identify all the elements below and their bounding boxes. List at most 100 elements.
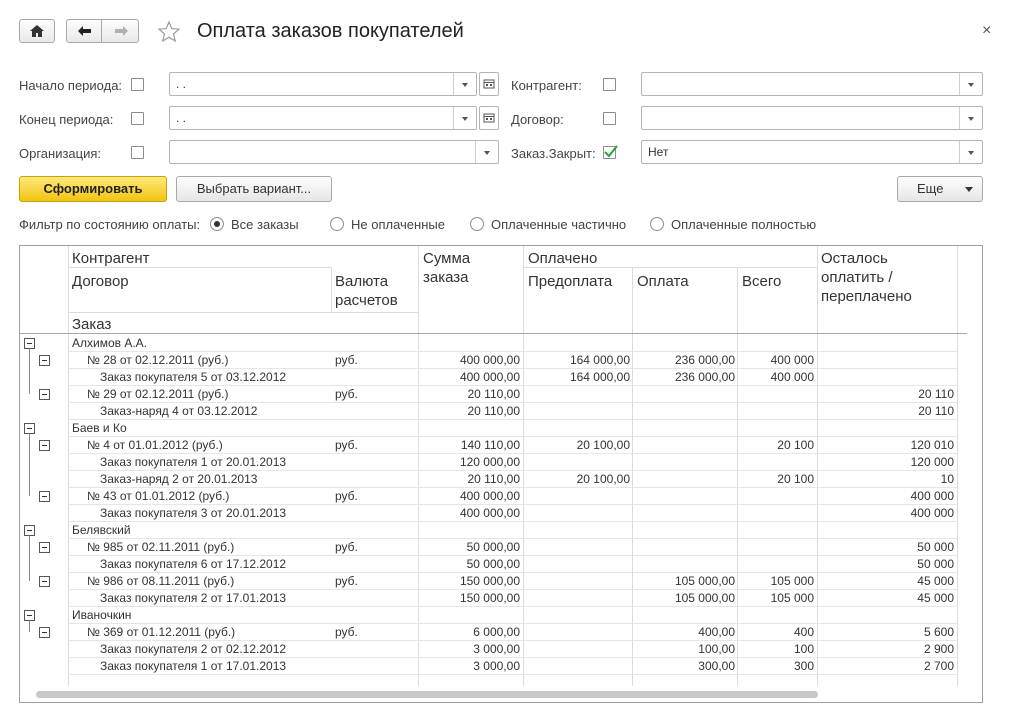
calendar-icon	[483, 113, 495, 123]
table-row[interactable]: Заказ покупателя 2 от 17.01.2013 150 000,…	[20, 590, 960, 607]
row-currency: руб.	[335, 353, 358, 367]
table-row[interactable]: Заказ покупателя 1 от 20.01.2013 120 000,…	[20, 454, 960, 471]
collapse-toggle-icon[interactable]	[39, 542, 50, 553]
row-name: Заказ-наряд 2 от 20.01.2013	[100, 472, 258, 486]
chevron-down-icon[interactable]	[453, 73, 476, 95]
payment-filter-radio[interactable]	[330, 217, 344, 231]
table-row[interactable]: Заказ-наряд 4 от 03.12.2012 20 110,00 20 1…	[20, 403, 960, 420]
collapse-toggle-icon[interactable]	[39, 440, 50, 451]
column-divider	[331, 267, 332, 312]
payment-filter-radio[interactable]	[650, 217, 664, 231]
table-row[interactable]: № 986 от 08.11.2011 (руб.) руб. 150 000,00…	[20, 573, 960, 590]
order-closed-field[interactable]: Нет	[641, 140, 983, 164]
table-row[interactable]: № 28 от 02.12.2011 (руб.) руб. 400 000,00 1…	[20, 352, 960, 369]
row-amount: 400 000,00	[459, 353, 520, 367]
row-amount: 3 000,00	[473, 659, 520, 673]
header-remain: Осталось оплатить / переплачено	[821, 250, 912, 305]
collapse-toggle-icon[interactable]	[39, 576, 50, 587]
header-divider	[68, 312, 418, 313]
organization-field[interactable]	[169, 140, 499, 164]
table-row[interactable]: Заказ покупателя 2 от 02.12.2012 3 000,00…	[20, 641, 960, 658]
star-icon[interactable]	[157, 20, 181, 44]
calendar-button[interactable]	[479, 106, 499, 130]
collapse-toggle-icon[interactable]	[39, 491, 50, 502]
chevron-down-icon[interactable]	[475, 141, 498, 163]
payment-filter-option-label[interactable]: Оплаченные полностью	[671, 217, 816, 232]
tree-connector	[29, 621, 30, 632]
payment-filter-radio[interactable]	[210, 217, 224, 231]
counterparty-checkbox[interactable]	[603, 78, 616, 91]
period-start-field[interactable]: . .	[169, 72, 477, 96]
order-closed-checkbox[interactable]	[603, 145, 618, 159]
more-button[interactable]: Еще	[897, 176, 983, 202]
chevron-down-icon[interactable]	[959, 73, 982, 95]
organization-checkbox[interactable]	[131, 146, 144, 159]
table-row[interactable]: № 4 от 01.01.2012 (руб.) руб. 140 110,00 20…	[20, 437, 960, 454]
tree-connector	[29, 434, 30, 496]
table-row[interactable]: Белявский	[20, 522, 960, 539]
collapse-toggle-icon[interactable]	[39, 627, 50, 638]
horizontal-scrollbar[interactable]	[36, 691, 818, 698]
row-currency: руб.	[335, 625, 358, 639]
row-name: № 29 от 02.12.2011 (руб.)	[87, 387, 229, 401]
table-row[interactable]: Заказ покупателя 6 от 17.12.2012 50 000,0…	[20, 556, 960, 573]
home-button[interactable]	[19, 19, 55, 43]
payment-filter-option-label[interactable]: Не оплаченные	[351, 217, 445, 232]
table-row[interactable]: № 369 от 01.12.2011 (руб.) руб. 6 000,00 40…	[20, 624, 960, 641]
table-row[interactable]: Заказ покупателя 1 от 17.01.2013 3 000,00…	[20, 658, 960, 675]
counterparty-label: Контрагент:	[511, 78, 582, 93]
collapse-toggle-icon[interactable]	[24, 423, 35, 434]
table-row[interactable]: № 29 от 02.12.2011 (руб.) руб. 20 110,00 20…	[20, 386, 960, 403]
table-row[interactable]: № 43 от 01.01.2012 (руб.) руб. 400 000,00 4…	[20, 488, 960, 505]
period-end-field[interactable]: . .	[169, 106, 477, 130]
report-table[interactable]: Контрагент Договор Заказ Валюта расчетов…	[19, 245, 983, 703]
collapse-toggle-icon[interactable]	[24, 525, 35, 536]
table-row[interactable]: Алхимов А.А.	[20, 335, 960, 352]
collapse-toggle-icon[interactable]	[39, 355, 50, 366]
row-remain: 400 000	[910, 489, 954, 503]
row-prepay: 20 100,00	[576, 438, 630, 452]
row-name: Заказ покупателя 5 от 03.12.2012	[100, 370, 287, 384]
table-row[interactable]: Баев и Ко	[20, 420, 960, 437]
select-variant-button[interactable]: Выбрать вариант...	[176, 176, 332, 202]
payment-filter-option-label[interactable]: Оплаченные частично	[491, 217, 626, 232]
row-name: Заказ-наряд 4 от 03.12.2012	[100, 404, 258, 418]
table-row[interactable]: № 985 от 02.11.2011 (руб.) руб. 50 000,00 5…	[20, 539, 960, 556]
table-row[interactable]: Иваночкин	[20, 607, 960, 624]
row-payment: 100,00	[698, 642, 735, 656]
table-row[interactable]: Заказ-наряд 2 от 20.01.2013 20 110,00 20 1…	[20, 471, 960, 488]
chevron-down-icon[interactable]	[959, 107, 982, 129]
calendar-button[interactable]	[479, 72, 499, 96]
row-name: № 986 от 08.11.2011 (руб.)	[87, 574, 235, 588]
counterparty-field[interactable]	[641, 72, 983, 96]
row-remain: 20 110	[918, 404, 954, 418]
chevron-down-icon[interactable]	[453, 107, 476, 129]
collapse-toggle-icon[interactable]	[24, 610, 35, 621]
row-remain: 50 000	[917, 557, 954, 571]
close-icon[interactable]: ×	[982, 22, 991, 40]
row-total: 400 000	[770, 370, 814, 384]
back-button[interactable]	[66, 19, 102, 43]
row-payment: 236 000,00	[674, 370, 735, 384]
period-start-checkbox[interactable]	[131, 78, 144, 91]
table-row[interactable]: Заказ покупателя 3 от 20.01.2013 400 000,…	[20, 505, 960, 522]
collapse-toggle-icon[interactable]	[39, 389, 50, 400]
page-title: Оплата заказов покупателей	[197, 20, 464, 42]
payment-filter-radio[interactable]	[470, 217, 484, 231]
header-total: Всего	[742, 273, 782, 290]
contract-field[interactable]	[641, 106, 983, 130]
row-total: 20 100	[777, 472, 814, 486]
contract-checkbox[interactable]	[603, 112, 616, 125]
period-end-checkbox[interactable]	[131, 112, 144, 125]
more-button-label: Еще	[917, 181, 944, 196]
period-end-label: Конец периода:	[19, 112, 114, 127]
checkmark-icon	[604, 145, 618, 158]
generate-button[interactable]: Сформировать	[19, 176, 167, 202]
payment-filter-option-label[interactable]: Все заказы	[231, 217, 299, 232]
row-total: 105 000	[770, 574, 814, 588]
forward-button[interactable]	[101, 19, 139, 43]
header-payment: Оплата	[637, 273, 689, 290]
table-row[interactable]: Заказ покупателя 5 от 03.12.2012 400 000,…	[20, 369, 960, 386]
chevron-down-icon[interactable]	[959, 141, 982, 163]
collapse-toggle-icon[interactable]	[24, 338, 35, 349]
